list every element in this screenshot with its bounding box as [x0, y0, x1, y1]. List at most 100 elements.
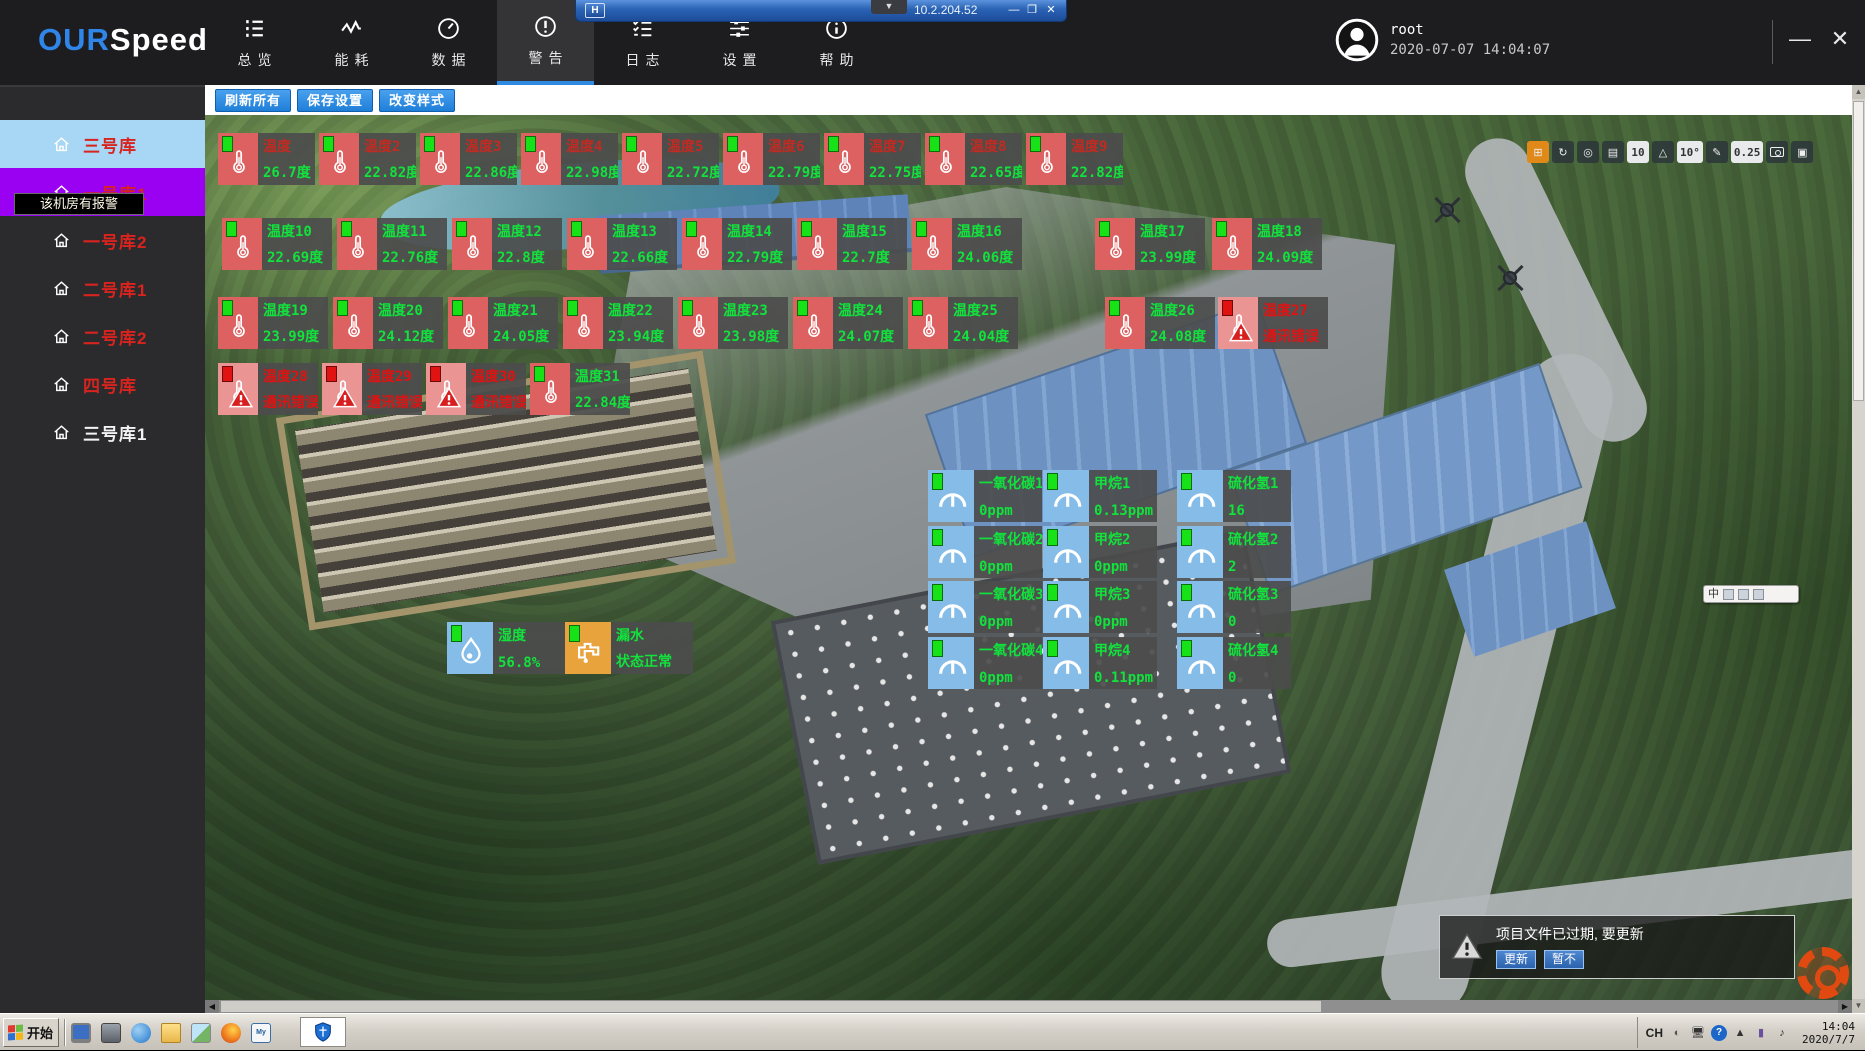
- temperature-badge[interactable]: 温度2323.98度: [678, 297, 788, 349]
- gas-sensor-badge[interactable]: 甲烷10.13ppm: [1043, 470, 1157, 522]
- ime-punct-icon[interactable]: [1723, 589, 1734, 600]
- temperature-badge[interactable]: 温度1923.99度: [218, 297, 328, 349]
- temperature-badge[interactable]: 温度522.72度: [622, 133, 719, 185]
- temperature-badge[interactable]: 温度922.82度: [1026, 133, 1123, 185]
- temperature-badge[interactable]: 温度28通讯错误: [218, 363, 318, 415]
- temperature-badge[interactable]: 温度2024.12度: [333, 297, 443, 349]
- temperature-badge[interactable]: 温度1624.06度: [912, 218, 1022, 270]
- tray-theme-icon[interactable]: ◐: [1669, 1025, 1685, 1041]
- temperature-badge[interactable]: 温度1422.79度: [682, 218, 792, 270]
- tray-audio-icon[interactable]: ♪: [1774, 1025, 1790, 1041]
- gas-sensor-badge[interactable]: 一氧化碳20ppm: [928, 526, 1042, 578]
- sidebar-item-6[interactable]: 四号库: [0, 360, 205, 408]
- scroll-left-icon[interactable]: ◀: [205, 1000, 219, 1013]
- ime-language-bar[interactable]: 中: [1703, 585, 1799, 603]
- temperature-badge[interactable]: 温度722.75度: [824, 133, 921, 185]
- quicklaunch-firefox-icon[interactable]: [218, 1020, 244, 1046]
- change-style-button[interactable]: 改变样式: [379, 89, 455, 112]
- remote-close-button[interactable]: ✕: [1043, 2, 1059, 18]
- temperature-badge[interactable]: 温度2624.08度: [1105, 297, 1215, 349]
- temperature-badge[interactable]: 温度222.82度: [319, 133, 416, 185]
- save-settings-button[interactable]: 保存设置: [297, 89, 373, 112]
- vertical-scrollbar[interactable]: ▲ ▼: [1852, 85, 1865, 1013]
- chevron-down-icon[interactable]: ▼: [871, 0, 907, 14]
- angle-icon[interactable]: △: [1652, 141, 1674, 163]
- pin-button[interactable]: H: [585, 3, 605, 18]
- gas-sensor-badge[interactable]: 一氧化碳30ppm: [928, 581, 1042, 633]
- temperature-badge[interactable]: 温度1322.66度: [567, 218, 677, 270]
- vertical-scroll-thumb[interactable]: [1853, 101, 1864, 401]
- gear-icon[interactable]: [1797, 947, 1849, 999]
- ruler-icon[interactable]: ✎: [1706, 141, 1728, 163]
- tab-overview[interactable]: 总览: [206, 0, 303, 85]
- temperature-badge[interactable]: 温度422.98度: [521, 133, 618, 185]
- temperature-badge[interactable]: 温度822.65度: [925, 133, 1022, 185]
- app-close-button[interactable]: ✕: [1823, 26, 1857, 52]
- quicklaunch-explorer-icon[interactable]: [98, 1020, 124, 1046]
- ime-tools-icon[interactable]: [1753, 589, 1764, 600]
- temperature-badge[interactable]: 温度30通讯错误: [426, 363, 526, 415]
- taskbar-active-app-ourspeed[interactable]: [300, 1017, 346, 1047]
- quicklaunch-folder-icon[interactable]: [158, 1020, 184, 1046]
- quicklaunch-desktop-icon[interactable]: [68, 1020, 94, 1046]
- gas-sensor-badge[interactable]: 硫化氢116: [1177, 470, 1291, 522]
- tray-help-icon[interactable]: ?: [1711, 1025, 1727, 1041]
- temperature-badge[interactable]: 温度1723.99度: [1095, 218, 1205, 270]
- gas-sensor-badge[interactable]: 甲烷40.11ppm: [1043, 637, 1157, 689]
- tab-energy[interactable]: 能耗: [303, 0, 400, 85]
- gas-sensor-badge[interactable]: 甲烷30ppm: [1043, 581, 1157, 633]
- tab-data[interactable]: 数据: [400, 0, 497, 85]
- gas-sensor-badge[interactable]: 硫化氢22: [1177, 526, 1291, 578]
- temperature-badge[interactable]: 温度1022.69度: [222, 218, 332, 270]
- sidebar-item-3[interactable]: 一号库2: [0, 216, 205, 264]
- tray-network-icon[interactable]: 🖥: [1690, 1025, 1706, 1041]
- map-toolbar-value[interactable]: 10°: [1677, 141, 1703, 163]
- temperature-badge[interactable]: 温度3122.84度: [530, 363, 630, 415]
- screenshot-icon[interactable]: ▣: [1791, 141, 1813, 163]
- horizontal-scrollbar[interactable]: ◀ ▶: [205, 1000, 1852, 1013]
- tray-device-icon[interactable]: ▮: [1753, 1025, 1769, 1041]
- quicklaunch-image-viewer-icon[interactable]: [188, 1020, 214, 1046]
- scroll-up-icon[interactable]: ▲: [1852, 85, 1865, 99]
- map-toolbar-value[interactable]: 10: [1627, 141, 1649, 163]
- app-minimize-button[interactable]: —: [1783, 26, 1817, 52]
- sidebar-item-5[interactable]: 二号库2: [0, 312, 205, 360]
- remote-session-titlebar[interactable]: H ▼ 10.2.204.52 — ❐ ✕: [575, 0, 1067, 22]
- update-button[interactable]: 更新: [1496, 950, 1536, 969]
- layers-icon[interactable]: ▤: [1602, 141, 1624, 163]
- temperature-badge[interactable]: 温度1122.76度: [337, 218, 447, 270]
- horizontal-scroll-thumb[interactable]: [221, 1001, 1321, 1012]
- temperature-badge[interactable]: 温度2124.05度: [448, 297, 558, 349]
- humidity-badge[interactable]: 湿度56.8%: [447, 622, 565, 674]
- camera-icon[interactable]: [1766, 141, 1788, 163]
- leak-badge[interactable]: 漏水状态正常: [565, 622, 693, 674]
- gas-sensor-badge[interactable]: 硫化氢30: [1177, 581, 1291, 633]
- temperature-badge[interactable]: 温度322.86度: [420, 133, 517, 185]
- ime-mode-indicator[interactable]: 中: [1708, 586, 1719, 602]
- gas-sensor-badge[interactable]: 甲烷20ppm: [1043, 526, 1157, 578]
- sidebar-item-1[interactable]: 三号库: [0, 120, 205, 168]
- temperature-badge[interactable]: 温度2524.04度: [908, 297, 1018, 349]
- dismiss-button[interactable]: 暂不: [1544, 950, 1584, 969]
- temperature-badge[interactable]: 温度29通讯错误: [322, 363, 422, 415]
- ime-keyboard-icon[interactable]: [1738, 589, 1749, 600]
- gas-sensor-badge[interactable]: 一氧化碳40ppm: [928, 637, 1042, 689]
- quicklaunch-mysql-icon[interactable]: My: [248, 1020, 274, 1046]
- orbit-icon[interactable]: ◎: [1577, 141, 1599, 163]
- quicklaunch-browser-icon[interactable]: [128, 1020, 154, 1046]
- temperature-badge[interactable]: 温度1824.09度: [1212, 218, 1322, 270]
- remote-minimize-button[interactable]: —: [1006, 2, 1022, 18]
- scroll-right-icon[interactable]: ▶: [1838, 1000, 1852, 1013]
- sidebar-item-4[interactable]: 二号库1: [0, 264, 205, 312]
- temperature-badge[interactable]: 温度1522.7度: [797, 218, 907, 270]
- temperature-badge[interactable]: 温度27通讯错误: [1218, 297, 1328, 349]
- refresh-all-button[interactable]: 刷新所有: [215, 89, 291, 112]
- user-avatar-icon[interactable]: [1335, 18, 1379, 62]
- temperature-badge[interactable]: 温度2223.94度: [563, 297, 673, 349]
- temperature-badge[interactable]: 温度26.7度: [218, 133, 315, 185]
- sidebar-item-7[interactable]: 三号库1: [0, 408, 205, 456]
- rotate-icon[interactable]: ↻: [1552, 141, 1574, 163]
- scroll-down-icon[interactable]: ▼: [1852, 999, 1865, 1013]
- map-toolbar-value[interactable]: 0.25: [1731, 141, 1764, 163]
- home-orange-icon[interactable]: ⊞: [1527, 141, 1549, 163]
